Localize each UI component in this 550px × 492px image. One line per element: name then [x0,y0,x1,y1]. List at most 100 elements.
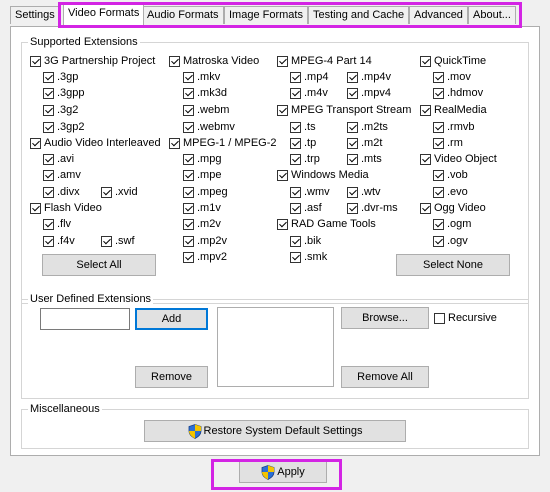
checkbox-mk3d[interactable]: .mk3d [183,86,227,100]
checkbox-box[interactable] [43,186,54,198]
checkbox-box[interactable] [169,55,180,67]
tab-settings[interactable]: Settings [10,6,60,24]
remove-button[interactable]: Remove [135,366,208,388]
checkbox-mpeg[interactable]: .mpeg [183,185,228,199]
checkbox-box[interactable] [101,186,112,198]
tab-audio-formats[interactable]: Audio Formats [142,6,224,24]
checkbox-box[interactable] [183,202,194,214]
checkbox-box[interactable] [433,87,444,99]
checkbox-mp4[interactable]: .mp4 [290,70,328,84]
checkbox-box[interactable] [101,235,112,247]
checkbox-box[interactable] [420,202,431,214]
checkbox-mp4v[interactable]: .mp4v [347,70,391,84]
checkbox-realmedia[interactable]: RealMedia [420,103,487,117]
checkbox-flv[interactable]: .flv [43,217,71,231]
checkbox-box[interactable] [290,87,301,99]
checkbox-box[interactable] [420,55,431,67]
checkbox-box[interactable] [433,218,444,230]
remove-all-button[interactable]: Remove All [341,366,429,388]
checkbox-3g-partnership-project[interactable]: 3G Partnership Project [30,54,155,68]
tab-testing-and-cache[interactable]: Testing and Cache [308,6,410,24]
checkbox-box[interactable] [43,218,54,230]
checkbox-box[interactable] [290,235,301,247]
checkbox-box[interactable] [290,71,301,83]
checkbox-box[interactable] [30,55,41,67]
checkbox-rm[interactable]: .rm [433,136,463,150]
checkbox-mts[interactable]: .mts [347,152,382,166]
checkbox-box[interactable] [347,202,358,214]
add-button[interactable]: Add [135,308,208,330]
checkbox-box[interactable] [433,186,444,198]
tab-image-formats[interactable]: Image Formats [224,6,308,24]
checkbox-box[interactable] [277,104,288,116]
checkbox-box[interactable] [433,235,444,247]
browse-button[interactable]: Browse... [341,307,429,329]
checkbox-box[interactable] [183,169,194,181]
checkbox-evo[interactable]: .evo [433,185,468,199]
checkbox-mpg[interactable]: .mpg [183,152,221,166]
checkbox-box[interactable] [290,153,301,165]
checkbox-avi[interactable]: .avi [43,152,74,166]
checkbox-webm[interactable]: .webm [183,103,229,117]
checkbox-box[interactable] [43,153,54,165]
checkbox-box[interactable] [420,104,431,116]
checkbox-webmv[interactable]: .webmv [183,120,235,134]
checkbox-3g2[interactable]: .3g2 [43,103,78,117]
checkbox-box[interactable] [434,312,445,324]
checkbox-audio-video-interleaved[interactable]: Audio Video Interleaved [30,136,161,150]
checkbox-box[interactable] [433,137,444,149]
user-extensions-list[interactable] [217,307,334,387]
select-none-button[interactable]: Select None [396,254,510,276]
checkbox-mpv4[interactable]: .mpv4 [347,86,391,100]
checkbox-box[interactable] [290,202,301,214]
checkbox-box[interactable] [43,121,54,133]
checkbox-box[interactable] [43,235,54,247]
checkbox-box[interactable] [277,218,288,230]
checkbox-box[interactable] [43,71,54,83]
checkbox-m2t[interactable]: .m2t [347,136,382,150]
checkbox-box[interactable] [290,251,301,263]
checkbox-box[interactable] [433,71,444,83]
checkbox-box[interactable] [277,55,288,67]
checkbox-box[interactable] [290,137,301,149]
checkbox-3gp[interactable]: .3gp [43,70,78,84]
checkbox-box[interactable] [347,153,358,165]
checkbox-tp[interactable]: .tp [290,136,316,150]
checkbox-vob[interactable]: .vob [433,168,468,182]
checkbox-box[interactable] [30,137,41,149]
checkbox-box[interactable] [183,104,194,116]
checkbox-box[interactable] [433,169,444,181]
checkbox-wmv[interactable]: .wmv [290,185,330,199]
checkbox-rad-game-tools[interactable]: RAD Game Tools [277,217,376,231]
checkbox-box[interactable] [277,169,288,181]
checkbox-video-object[interactable]: Video Object [420,152,497,166]
checkbox-box[interactable] [347,186,358,198]
checkbox-ts[interactable]: .ts [290,120,316,134]
checkbox-matroska-video[interactable]: Matroska Video [169,54,259,68]
checkbox-dvr-ms[interactable]: .dvr-ms [347,201,398,215]
checkbox-mkv[interactable]: .mkv [183,70,220,84]
recursive-checkbox[interactable]: Recursive [434,311,497,325]
checkbox-trp[interactable]: .trp [290,152,320,166]
checkbox-box[interactable] [183,235,194,247]
checkbox-m2ts[interactable]: .m2ts [347,120,388,134]
checkbox-m2v[interactable]: .m2v [183,217,221,231]
checkbox-box[interactable] [43,169,54,181]
checkbox-mpeg1-mpeg2[interactable]: MPEG-1 / MPEG-2 [169,136,277,150]
checkbox-amv[interactable]: .amv [43,168,81,182]
checkbox-f4v[interactable]: .f4v [43,234,75,248]
checkbox-mpv2[interactable]: .mpv2 [183,250,227,264]
checkbox-box[interactable] [183,186,194,198]
checkbox-xvid[interactable]: .xvid [101,185,138,199]
checkbox-bik[interactable]: .bik [290,234,321,248]
checkbox-asf[interactable]: .asf [290,201,322,215]
checkbox-box[interactable] [347,137,358,149]
checkbox-ogv[interactable]: .ogv [433,234,468,248]
checkbox-mov[interactable]: .mov [433,70,471,84]
checkbox-3gp2[interactable]: .3gp2 [43,120,85,134]
checkbox-mpeg4-part14[interactable]: MPEG-4 Part 14 [277,54,372,68]
checkbox-mpe[interactable]: .mpe [183,168,221,182]
checkbox-mp2v[interactable]: .mp2v [183,234,227,248]
apply-button[interactable]: Apply [239,461,327,483]
checkbox-box[interactable] [30,202,41,214]
